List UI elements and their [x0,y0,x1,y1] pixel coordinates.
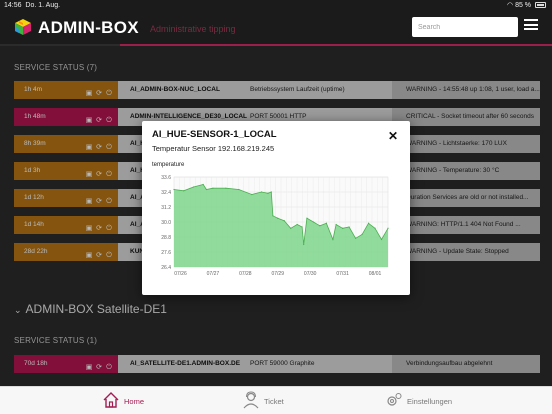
tab-home-label: Home [124,397,145,406]
battery-icon [535,2,546,9]
data-point: 07/31 19:12 [361,233,363,236]
search-input[interactable] [412,17,518,37]
modal-subtitle: Temperatur Sensor 192.168.219.245 [152,144,275,153]
data-point: 07/31 09:36 [348,226,350,228]
data-point: 07/28 21:36 [267,192,269,194]
x-tick-label: 07/26 [174,271,187,277]
status-time: 14:56 [4,2,22,9]
data-point: 07/28 16:48 [260,191,263,193]
data-point: 08/01 04:48 [374,227,376,229]
x-tick-label: 07/27 [207,271,220,277]
ios-status-bar: 14:56 Do. 1. Aug. ◠ 85 % [0,0,552,12]
tab-ticket[interactable]: Ticket [242,391,302,411]
status-time-date: 14:56 Do. 1. Aug. [4,0,60,12]
app-header: ADMIN-BOX Administrative tipping [0,12,552,44]
y-tick-label: 28.8 [161,235,171,241]
y-tick-label: 32.4 [161,190,171,196]
data-point: 07/29 09:36 [283,220,285,222]
data-point: 07/27 00:00 [205,188,208,191]
data-point: 07/30 00:00 [303,243,305,246]
data-point: 07/30 02:24 [306,217,308,219]
data-point: 07/31 14:24 [354,237,357,239]
sensor-detail-modal: AI_HUE-SENSOR-1_LOCAL Temperatur Sensor … [142,121,410,295]
data-point: 07/30 21:36 [332,238,334,241]
data-point: 08/01 00:00 [367,222,370,224]
data-point: 07/29 22:48 [301,226,303,228]
data-point: 07/26 07:12 [183,190,185,192]
close-icon[interactable]: ✕ [388,129,398,143]
data-point: 07/29 00:00 [270,191,272,193]
data-point: 07/28 09:36 [251,193,253,196]
data-point: 07/27 14:24 [225,187,227,189]
admin-box-logo-icon [15,19,31,35]
modal-title: AI_HUE-SENSOR-1_LOCAL [152,129,277,140]
x-tick-label: 07/30 [304,271,317,277]
tab-settings[interactable]: Einstellungen [385,391,465,411]
status-battery: ◠ 85 % [507,0,546,12]
data-point: 07/28 00:00 [238,188,240,191]
data-point: 07/29 04:48 [277,217,279,219]
data-point: 07/30 16:48 [325,222,327,224]
home-icon [103,392,119,408]
tab-home[interactable]: Home [102,391,162,411]
bottom-tab-bar: Home Ticket Einstellungen [0,386,552,414]
temperature-chart: 26.4 27.6 28.8 30.0 31.2 32.4 33.6 07/26 07/27 07… [161,175,389,277]
data-point: 07/29 01:12 [272,215,274,217]
x-tick-label: 08/01 [369,271,382,277]
x-tick-label: 07/31 [336,271,349,277]
x-tick-label: 07/28 [239,271,252,277]
tab-settings-label: Einstellungen [407,397,453,406]
data-point: 07/31 00:00 [335,223,337,226]
gears-icon [387,393,402,406]
y-tick-label: 33.6 [161,175,171,181]
data-point: 07/30 07:12 [312,221,315,223]
data-point: 07/26 00:00 [173,188,175,191]
y-tick-label: 26.4 [161,265,171,271]
data-point: 08/01 09:36 [380,238,383,241]
data-point: 07/30 12:00 [319,225,321,227]
data-point: 07/31 04:48 [342,227,344,229]
data-point: 08/01 14:24 [387,227,389,229]
data-point: 07/26 21:36 [202,183,204,186]
data-point: 07/26 14:24 [192,186,195,188]
y-tick-label: 30.0 [161,220,171,226]
chart-ylabel: temperature [152,162,185,168]
data-point: 07/27 04:48 [212,187,214,189]
wifi-icon: ◠ [507,2,514,9]
header-background-text: Administrative tipping [150,24,236,34]
user-support-icon [243,391,259,409]
data-point: 07/29 19:12 [296,223,298,226]
battery-percent: 85 % [515,2,532,9]
data-point: 07/29 14:24 [290,227,292,229]
hamburger-menu-icon[interactable] [524,19,538,33]
tab-ticket-label: Ticket [264,397,284,406]
status-date: Do. 1. Aug. [25,2,61,9]
x-tick-label: 07/29 [271,271,284,277]
brand-title: ADMIN-BOX [38,18,139,37]
y-tick-label: 27.6 [161,250,171,256]
y-tick-label: 31.2 [161,205,171,211]
